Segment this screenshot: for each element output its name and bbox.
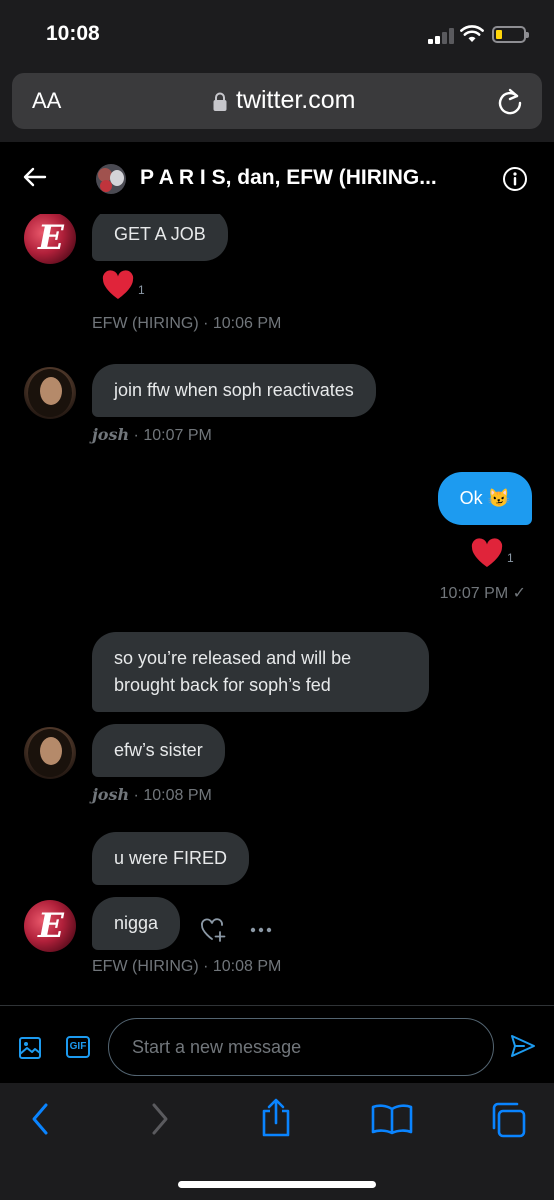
browser-address-area: AA twitter.com bbox=[0, 70, 554, 142]
share-icon[interactable] bbox=[258, 1097, 294, 1139]
avatar[interactable]: E bbox=[24, 900, 76, 952]
message-composer: GIF bbox=[0, 1005, 554, 1083]
status-bar: 10:08 bbox=[0, 0, 554, 70]
sender-name[interactable]: josh bbox=[92, 425, 129, 444]
more-options-icon[interactable] bbox=[250, 926, 272, 934]
timestamp: 10:06 PM bbox=[212, 315, 282, 332]
cellular-signal-icon bbox=[428, 28, 456, 44]
message-meta: EFW (HIRING) · 10:06 PM bbox=[92, 315, 282, 332]
timestamp: 10:07 PM bbox=[439, 585, 509, 602]
sender-name[interactable]: EFW (HIRING) bbox=[92, 958, 199, 975]
avatar[interactable]: E bbox=[24, 212, 76, 264]
tabs-icon[interactable] bbox=[488, 1101, 528, 1139]
message-meta: josh · 10:07 PM bbox=[92, 425, 212, 444]
outgoing-message-bubble[interactable]: Ok 😼 bbox=[437, 472, 532, 525]
add-reaction-icon[interactable] bbox=[200, 917, 228, 943]
message-meta: josh · 10:08 PM bbox=[92, 785, 212, 804]
message-input[interactable] bbox=[108, 1018, 494, 1076]
back-icon[interactable] bbox=[28, 1101, 54, 1137]
gif-icon[interactable]: GIF bbox=[66, 1036, 90, 1058]
info-icon[interactable] bbox=[502, 166, 528, 192]
back-arrow-icon[interactable] bbox=[22, 164, 48, 190]
reaction-count: 1 bbox=[138, 283, 145, 297]
sender-name[interactable]: EFW (HIRING) bbox=[92, 315, 199, 332]
text-size-button[interactable]: AA bbox=[32, 88, 61, 114]
reaction[interactable]: 1 bbox=[470, 538, 514, 568]
group-avatar[interactable] bbox=[96, 164, 126, 194]
sender-name[interactable]: josh bbox=[92, 785, 129, 804]
message-bubble[interactable]: so you’re released and will be brought b… bbox=[92, 632, 429, 712]
timestamp: 10:07 PM bbox=[143, 427, 212, 444]
message-bubble[interactable]: nigga bbox=[92, 897, 181, 950]
message-bubble[interactable]: join ffw when soph reactivates bbox=[92, 364, 376, 417]
heart-icon bbox=[102, 270, 134, 299]
timestamp: 10:08 PM bbox=[143, 787, 212, 804]
status-time: 10:08 bbox=[46, 22, 100, 45]
message-bubble[interactable]: efw’s sister bbox=[92, 724, 225, 777]
send-icon[interactable] bbox=[510, 1034, 536, 1058]
address-bar[interactable]: AA twitter.com bbox=[12, 73, 542, 129]
bookmarks-icon[interactable] bbox=[370, 1103, 414, 1135]
message-bubble[interactable]: GET A JOB bbox=[92, 208, 228, 261]
url-text[interactable]: twitter.com bbox=[236, 86, 355, 115]
forward-icon[interactable] bbox=[146, 1101, 172, 1137]
sent-status-icon: ✓ bbox=[512, 585, 526, 602]
browser-toolbar bbox=[0, 1083, 554, 1200]
lock-icon bbox=[213, 92, 227, 111]
wifi-icon bbox=[460, 25, 484, 42]
reload-icon[interactable] bbox=[496, 87, 524, 117]
timestamp: 10:08 PM bbox=[212, 958, 282, 975]
message-bubble[interactable]: u were FIRED bbox=[92, 832, 250, 885]
avatar[interactable] bbox=[24, 727, 76, 779]
reaction-count: 1 bbox=[507, 551, 514, 565]
avatar[interactable] bbox=[24, 367, 76, 419]
message-meta: EFW (HIRING) · 10:08 PM bbox=[92, 958, 282, 975]
message-meta: 10:07 PM ✓ bbox=[440, 583, 526, 603]
heart-icon bbox=[471, 538, 503, 567]
reaction[interactable]: 1 bbox=[101, 270, 145, 300]
chat-title[interactable]: P A R I S, dan, EFW (HIRING... bbox=[140, 166, 437, 190]
home-indicator bbox=[178, 1181, 376, 1188]
chat-header: P A R I S, dan, EFW (HIRING... bbox=[0, 142, 554, 214]
battery-icon bbox=[492, 26, 529, 43]
image-icon[interactable] bbox=[18, 1036, 42, 1060]
